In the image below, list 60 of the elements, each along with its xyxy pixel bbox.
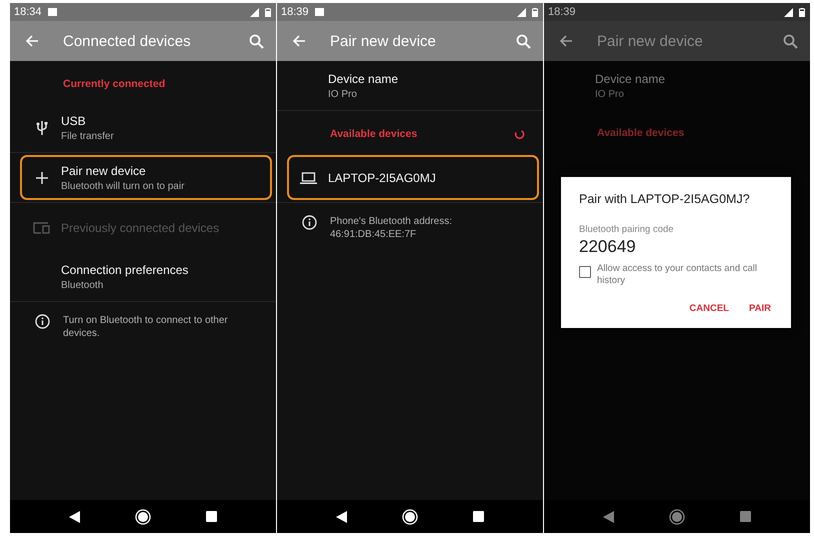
- battery-icon: [799, 8, 805, 16]
- item-title: Connection preferences: [61, 262, 188, 276]
- item-subtitle: Bluetooth will turn on to pair: [61, 180, 184, 192]
- search-icon[interactable]: [783, 34, 798, 48]
- item-title: Previously connected devices: [61, 220, 220, 234]
- search-icon[interactable]: [516, 34, 531, 48]
- screen-title: Pair new device: [597, 32, 704, 50]
- checkbox-label: Allow access to your contacts and call history: [597, 263, 758, 287]
- list-item[interactable]: Connection preferences Bluetooth: [20, 254, 272, 299]
- image-icon: [314, 8, 324, 16]
- search-icon[interactable]: [249, 34, 264, 48]
- info-icon: [302, 215, 317, 230]
- back-arrow-icon[interactable]: [559, 34, 573, 48]
- list-item[interactable]: Device name IO Pro: [287, 63, 539, 108]
- signal-icon: [250, 8, 259, 16]
- list-item[interactable]: USB File transfer: [20, 105, 272, 150]
- battery-icon: [265, 8, 271, 16]
- item-subtitle: IO Pro: [328, 88, 358, 100]
- info-text: Turn on Bluetooth to connect to other devices.: [63, 314, 229, 340]
- usb-icon: [36, 120, 48, 136]
- item-subtitle: IO Pro: [595, 88, 625, 100]
- screen-title: Pair new device: [330, 32, 437, 50]
- item-subtitle: Bluetooth: [61, 280, 104, 290]
- checkbox[interactable]: [579, 266, 591, 278]
- info-icon: [35, 314, 50, 329]
- back-icon[interactable]: [69, 510, 80, 522]
- code-label: Bluetooth pairing code: [579, 224, 675, 235]
- screen-title: Connected devices: [63, 32, 192, 50]
- item-title: Device name: [595, 72, 666, 86]
- dialog-button[interactable]: PAIR: [741, 297, 779, 320]
- section-header: Available devices: [597, 127, 684, 139]
- dialog-button[interactable]: CANCEL: [681, 297, 737, 320]
- signal-icon: [784, 8, 793, 16]
- section-header: Available devices: [330, 128, 418, 140]
- back-icon[interactable]: [336, 510, 347, 522]
- pairing-code: 220649: [579, 237, 637, 257]
- signal-icon: [517, 8, 526, 16]
- item-title: Pair new device: [61, 164, 147, 178]
- battery-icon: [532, 8, 538, 16]
- dialog-title: Pair with LAPTOP-2I5AG0MJ?: [579, 192, 751, 206]
- status-time: 18:39: [548, 6, 576, 18]
- list-item[interactable]: Device name IO Pro: [554, 63, 806, 108]
- home-icon[interactable]: [135, 508, 151, 524]
- list-item[interactable]: LAPTOP-2I5AG0MJ: [287, 155, 539, 200]
- laptop-icon: [300, 172, 317, 184]
- status-time: 18:34: [14, 6, 42, 18]
- status-time: 18:39: [281, 6, 309, 18]
- back-arrow-icon[interactable]: [25, 34, 39, 48]
- home-icon[interactable]: [402, 508, 418, 524]
- image-icon: [48, 8, 57, 16]
- info-text: Phone's Bluetooth address: 46:91:DB:45:EE:7F: [330, 215, 453, 241]
- item-title: LAPTOP-2I5AG0MJ: [328, 170, 436, 184]
- devices-icon: [33, 222, 50, 234]
- list-item[interactable]: Pair new device Bluetooth will turn on to pair: [20, 155, 272, 200]
- item-subtitle: File transfer: [61, 130, 114, 142]
- item-title: Device name: [328, 72, 398, 86]
- back-arrow-icon[interactable]: [292, 34, 306, 48]
- item-title: USB: [61, 114, 87, 128]
- plus-icon: [36, 172, 48, 184]
- section-header: Currently connected: [63, 78, 166, 90]
